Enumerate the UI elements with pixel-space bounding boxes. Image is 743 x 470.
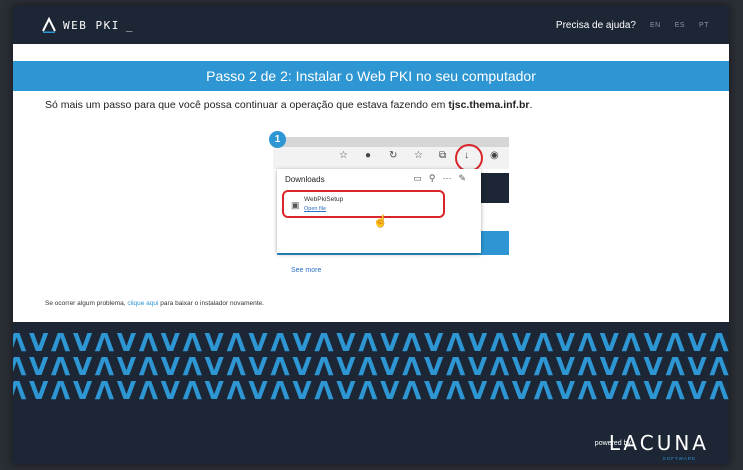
logo-text: WEB PKI — [63, 18, 120, 32]
download-again-link[interactable]: clique aqui — [127, 300, 158, 307]
tab-icon: ☆ — [339, 150, 348, 161]
folder-icon: ▭ — [413, 173, 429, 183]
circle-icon: ● — [365, 150, 372, 161]
top-navbar: WEB PKI _ Precisa de ajuda? EN ES PT — [13, 6, 729, 44]
problem-text-after: para baixar o instalador novamente. — [158, 300, 264, 307]
hand-cursor-icon: ☝ — [373, 214, 388, 228]
lambda-logo-icon — [41, 17, 57, 33]
installer-file-icon: ▣ — [291, 200, 300, 210]
downloads-panel: Downloads ▭⚲⋯✎ ▣ WebPkiSetup Open file ☝… — [277, 169, 481, 274]
pin-icon: ✎ — [458, 173, 473, 183]
step-badge: 1 — [269, 131, 286, 148]
webpki-logo[interactable]: WEB PKI _ — [41, 17, 132, 33]
downloads-title: Downloads — [285, 175, 325, 184]
lang-es[interactable]: ES — [675, 22, 685, 29]
step-title: Passo 2 de 2: Instalar o Web PKI no seu … — [206, 68, 536, 84]
intro-text: Só mais um passo para que você possa con… — [45, 99, 532, 111]
step-banner: Passo 2 de 2: Instalar o Web PKI no seu … — [13, 61, 729, 91]
open-file-link: Open file — [304, 206, 327, 212]
download-file-name: WebPkiSetup — [304, 196, 344, 203]
more-icon: ⋯ — [442, 173, 459, 183]
intro-text-before: Só mais um passo para que você possa con… — [45, 99, 449, 111]
intro-domain: tjsc.thema.inf.br — [448, 99, 530, 111]
logo-cursor: _ — [125, 18, 133, 32]
refresh-icon: ↻ — [389, 150, 398, 161]
profile-icon: ◉ — [490, 150, 499, 161]
lacuna-logo[interactable]: LACUNA — [609, 431, 709, 455]
see-more-link: See more — [291, 267, 322, 274]
lacuna-logo-subtitle: SOFTWARE — [662, 456, 696, 461]
header-nav: Precisa de ajuda? EN ES PT — [556, 20, 709, 31]
lang-pt[interactable]: PT — [699, 22, 709, 29]
collections-icon: ⧉ — [439, 150, 447, 161]
intro-text-after: . — [529, 99, 533, 111]
problem-text: Se ocorrer algum problema, clique aqui p… — [45, 300, 264, 307]
downloads-panel-icons: ▭⚲⋯✎ — [413, 173, 473, 184]
download-icon-highlight — [455, 144, 483, 172]
download-item-highlight: ▣ WebPkiSetup Open file — [282, 190, 445, 218]
lang-en[interactable]: EN — [650, 22, 661, 29]
help-link[interactable]: Precisa de ajuda? — [556, 20, 636, 31]
footer: ΛVΛVΛVΛVΛVΛVΛVΛVΛVΛVΛVΛVΛVΛVΛVΛVΛVΛVΛVΛV… — [13, 322, 729, 464]
footer-pattern-row-3: ΛVΛVΛVΛVΛVΛVΛVΛVΛVΛVΛVΛVΛVΛVΛVΛVΛVΛVΛVΛV… — [13, 376, 729, 405]
favorites-icon: ☆ — [414, 150, 423, 161]
browser-frame: WEB PKI _ Precisa de ajuda? EN ES PT Pass… — [13, 6, 729, 464]
search-icon: ⚲ — [428, 173, 443, 183]
download-instructions-image: 1 ☆ ● ↻ ☆ ⧉ ↓ ◉ Downloads ▭⚲⋯✎ ▣ WebPkiS… — [265, 131, 509, 274]
problem-text-before: Se ocorrer algum problema, — [45, 300, 128, 307]
